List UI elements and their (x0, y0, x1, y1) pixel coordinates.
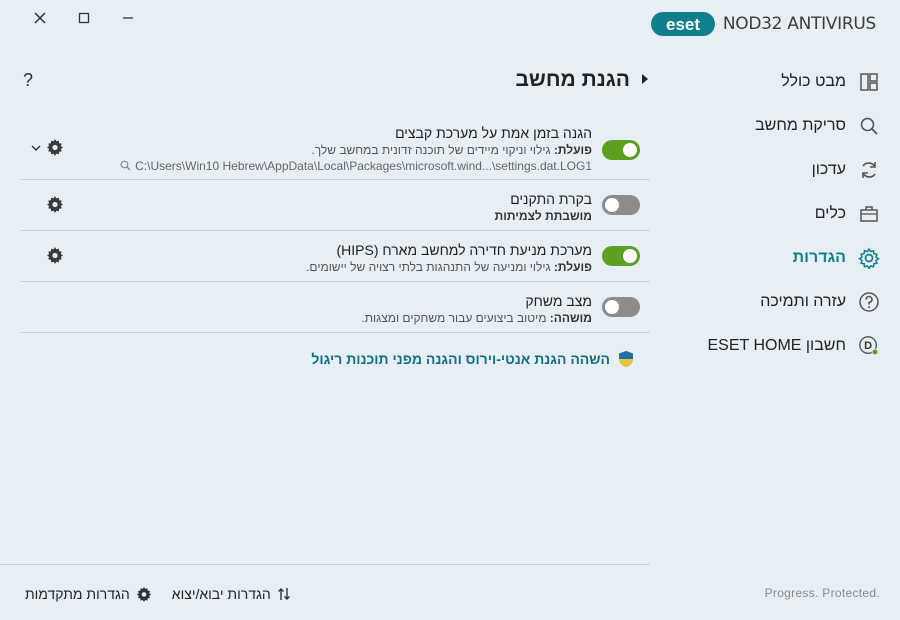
gear-icon[interactable] (46, 195, 64, 213)
maximize-button[interactable] (66, 6, 102, 30)
sidebar-item-label: מבט כולל (781, 73, 846, 90)
chevron-down-icon[interactable] (30, 142, 42, 154)
search-icon (858, 115, 880, 137)
row-title: הגנה בזמן אמת על מערכת קבצים (395, 125, 592, 141)
import-export-label: הגדרות יבוא/יצוא (171, 586, 271, 602)
briefcase-icon (858, 203, 880, 225)
sidebar-item-overview[interactable]: מבט כולל (660, 60, 880, 104)
status-label: מושבתת לצמיתות (494, 209, 592, 223)
row-title: מצב משחק (525, 293, 592, 309)
footer-divider (0, 564, 650, 565)
status-label: פועלת: (553, 143, 592, 157)
device-control-toggle[interactable] (602, 195, 640, 215)
help-button[interactable]: ? (23, 70, 33, 91)
footer: הגדרות מתקדמות הגדרות יבוא/יצוא (25, 586, 291, 602)
import-export-icon (277, 588, 290, 600)
sidebar-item-update[interactable]: עדכון (660, 148, 880, 192)
status-label: מושהה: (549, 311, 592, 325)
gear-icon[interactable] (46, 138, 64, 156)
list-item: בקרת התקנים מושבתת לצמיתות (20, 180, 650, 231)
gear-icon[interactable] (46, 246, 64, 264)
product-name: NOD32 ANTIVIRUS (722, 14, 876, 34)
hips-toggle[interactable] (602, 246, 640, 266)
protection-list: הגנה בזמן אמת על מערכת קבצים פועלת: גילו… (20, 118, 650, 333)
gear-icon (858, 247, 880, 269)
sidebar-item-help[interactable]: עזרה ותמיכה (660, 280, 880, 324)
window-controls (22, 6, 146, 30)
minimize-icon (123, 17, 133, 19)
status-text: גילוי וניקוי מיידים של תוכנה זדונית במחש… (311, 143, 554, 157)
row-title: בקרת התקנים (510, 191, 592, 207)
status-text: גילוי ומניעה של התנהגות בלתי רצויה של יי… (306, 260, 554, 274)
back-arrow-icon[interactable] (640, 73, 650, 88)
page-title: הגנת מחשב (515, 68, 630, 91)
sidebar-item-computer-scan[interactable]: סריקת מחשב (660, 104, 880, 148)
row-status: מושבתת לצמיתות (495, 208, 592, 224)
import-export-button[interactable]: הגדרות יבוא/יצוא (172, 586, 291, 602)
realtime-protection-toggle[interactable] (602, 140, 640, 160)
sidebar-item-label: עדכון (811, 161, 846, 178)
help-icon (858, 291, 880, 313)
svg-text:D: D (864, 340, 872, 352)
list-item: הגנה בזמן אמת על מערכת קבצים פועלת: גילו… (20, 118, 650, 180)
minimize-button[interactable] (110, 6, 146, 30)
brand: eset NOD32 ANTIVIRUS (650, 10, 876, 38)
sidebar: מבט כולל סריקת מחשב עדכון כלים הגדרות עז… (660, 60, 880, 368)
maximize-icon (78, 12, 90, 24)
sidebar-item-label: חשבון ESET HOME (707, 337, 847, 354)
gamer-mode-toggle[interactable] (602, 297, 640, 317)
row-status: פועלת: גילוי וניקוי מיידים של תוכנה זדונ… (120, 142, 592, 158)
sidebar-item-label: הגדרות (792, 249, 846, 266)
path-text: C:\Users\Win10 Hebrew\AppData\Local\Pack… (135, 159, 592, 173)
status-text: מיטוב ביצועים עבור משחקים ומצגות. (361, 311, 550, 325)
account-icon: D (858, 335, 880, 357)
status-label: פועלת: (553, 260, 592, 274)
pause-protection-label: השהה הגנת אנטי-וירוס והגנה מפני תוכנות ר… (311, 351, 610, 367)
svg-text:eset: eset (666, 15, 700, 34)
shield-icon (619, 351, 633, 367)
list-item: מצב משחק מושהה: מיטוב ביצועים עבור משחקי… (20, 282, 650, 333)
gear-icon (136, 586, 151, 602)
magnifier-icon (120, 160, 131, 171)
sidebar-item-settings[interactable]: הגדרות (660, 236, 880, 280)
refresh-icon (858, 159, 880, 181)
sidebar-item-tools[interactable]: כלים (660, 192, 880, 236)
advanced-settings-label: הגדרות מתקדמות (25, 586, 130, 602)
row-title: מערכת מניעת חדירה למחשב מארח (HIPS) (336, 242, 592, 258)
advanced-settings-button[interactable]: הגדרות מתקדמות (25, 586, 152, 602)
sidebar-item-label: עזרה ותמיכה (760, 293, 846, 310)
row-status: פועלת: גילוי ומניעה של התנהגות בלתי רצוי… (306, 259, 592, 275)
close-button[interactable] (22, 6, 58, 30)
pause-protection-link[interactable]: השהה הגנת אנטי-וירוס והגנה מפני תוכנות ר… (311, 350, 634, 368)
list-item: מערכת מניעת חדירה למחשב מארח (HIPS) פועל… (20, 231, 650, 282)
overview-icon (858, 71, 880, 93)
sidebar-item-label: סריקת מחשב (755, 117, 846, 134)
page-header: הגנת מחשב (515, 68, 650, 92)
sidebar-item-label: כלים (814, 205, 846, 222)
eset-logo: eset (650, 12, 715, 36)
main-panel: ? הגנת מחשב הגנה בזמן אמת על מערכת קבצים… (20, 60, 650, 565)
row-status: מושהה: מיטוב ביצועים עבור משחקים ומצגות. (361, 310, 592, 326)
sidebar-item-eset-home[interactable]: חשבון ESET HOME D (660, 324, 880, 368)
scanned-file-path: C:\Users\Win10 Hebrew\AppData\Local\Pack… (120, 158, 592, 174)
close-icon (34, 12, 46, 24)
tagline: Progress. Protected. (764, 586, 880, 600)
